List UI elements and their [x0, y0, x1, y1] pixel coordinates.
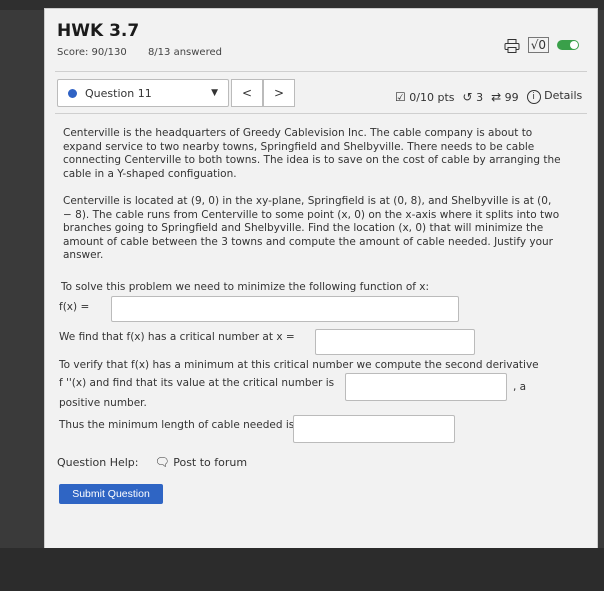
- swap-icon: ⇄: [491, 89, 502, 104]
- score-text: Score: 90/130: [57, 47, 127, 58]
- header-divider: [55, 71, 587, 72]
- info-icon: i: [526, 90, 541, 104]
- printer-icon[interactable]: [504, 38, 520, 53]
- next-question-button[interactable]: >: [263, 79, 295, 107]
- details-link[interactable]: i Details: [526, 89, 583, 104]
- checkbox-icon: ☑: [395, 89, 406, 104]
- answered-text: 8/13 answered: [147, 47, 222, 58]
- question-divider: [55, 113, 587, 114]
- problem-paragraph-1: Centerville is the headquarters of Greed…: [63, 127, 561, 180]
- fx-label: f(x) =: [59, 301, 90, 313]
- problem-paragraph-2: Centerville is located at (9, 0) in the …: [63, 195, 560, 261]
- chevron-down-icon: ▼: [211, 88, 218, 98]
- retry-icon: ↺: [462, 89, 473, 104]
- attempts-text: 99: [504, 90, 519, 104]
- points-text: 0/10 pts: [409, 90, 455, 104]
- retries-text: 3: [476, 90, 484, 104]
- verify-text: To verify that f(x) has a minimum at thi…: [59, 359, 539, 371]
- speech-bubble-icon: 🗨: [154, 455, 170, 469]
- question-status-dot: [68, 88, 77, 98]
- math-toggle[interactable]: [557, 40, 579, 50]
- critical-number-text: We find that f(x) has a critical number …: [59, 331, 295, 343]
- question-help: Question Help: 🗨 Post to forum: [57, 455, 247, 469]
- second-derivative-text: f ''(x) and find that its value at the c…: [59, 377, 335, 389]
- question-selector[interactable]: Question 11 ▼: [57, 79, 229, 107]
- math-entry-icon[interactable]: √0: [527, 37, 549, 53]
- positive-number-text: positive number.: [59, 397, 147, 409]
- header-icons: √0: [504, 37, 579, 53]
- second-derivative-input[interactable]: [345, 373, 507, 401]
- question-help-label: Question Help:: [57, 455, 139, 469]
- minimum-length-input[interactable]: [293, 415, 455, 443]
- fx-input[interactable]: [111, 296, 459, 322]
- dark-background: [0, 548, 604, 591]
- retries: ↺ 3: [463, 90, 484, 104]
- post-to-forum-link[interactable]: 🗨 Post to forum: [154, 455, 247, 469]
- question-status: ☑ 0/10 pts ↺ 3 ⇄ 99 i Details: [395, 89, 582, 104]
- minimum-length-text: Thus the minimum length of cable needed …: [59, 419, 295, 431]
- assignment-title: HWK 3.7: [57, 21, 140, 41]
- homework-page: HWK 3.7 Score: 90/130 8/13 answered √0 Q…: [44, 8, 598, 550]
- solve-instruction: To solve this problem we need to minimiz…: [61, 281, 430, 293]
- score-meta: Score: 90/130 8/13 answered: [57, 47, 240, 58]
- post-to-forum-text: Post to forum: [173, 456, 248, 469]
- attempts: ⇄ 99: [491, 90, 519, 104]
- points: ☑ 0/10 pts: [395, 90, 455, 104]
- prev-question-button[interactable]: <: [231, 79, 263, 107]
- comma-a-text: , a: [513, 381, 527, 393]
- submit-question-button[interactable]: Submit Question: [59, 484, 163, 504]
- critical-number-input[interactable]: [315, 329, 475, 355]
- details-text: Details: [544, 89, 583, 102]
- question-label: Question 11: [85, 86, 152, 100]
